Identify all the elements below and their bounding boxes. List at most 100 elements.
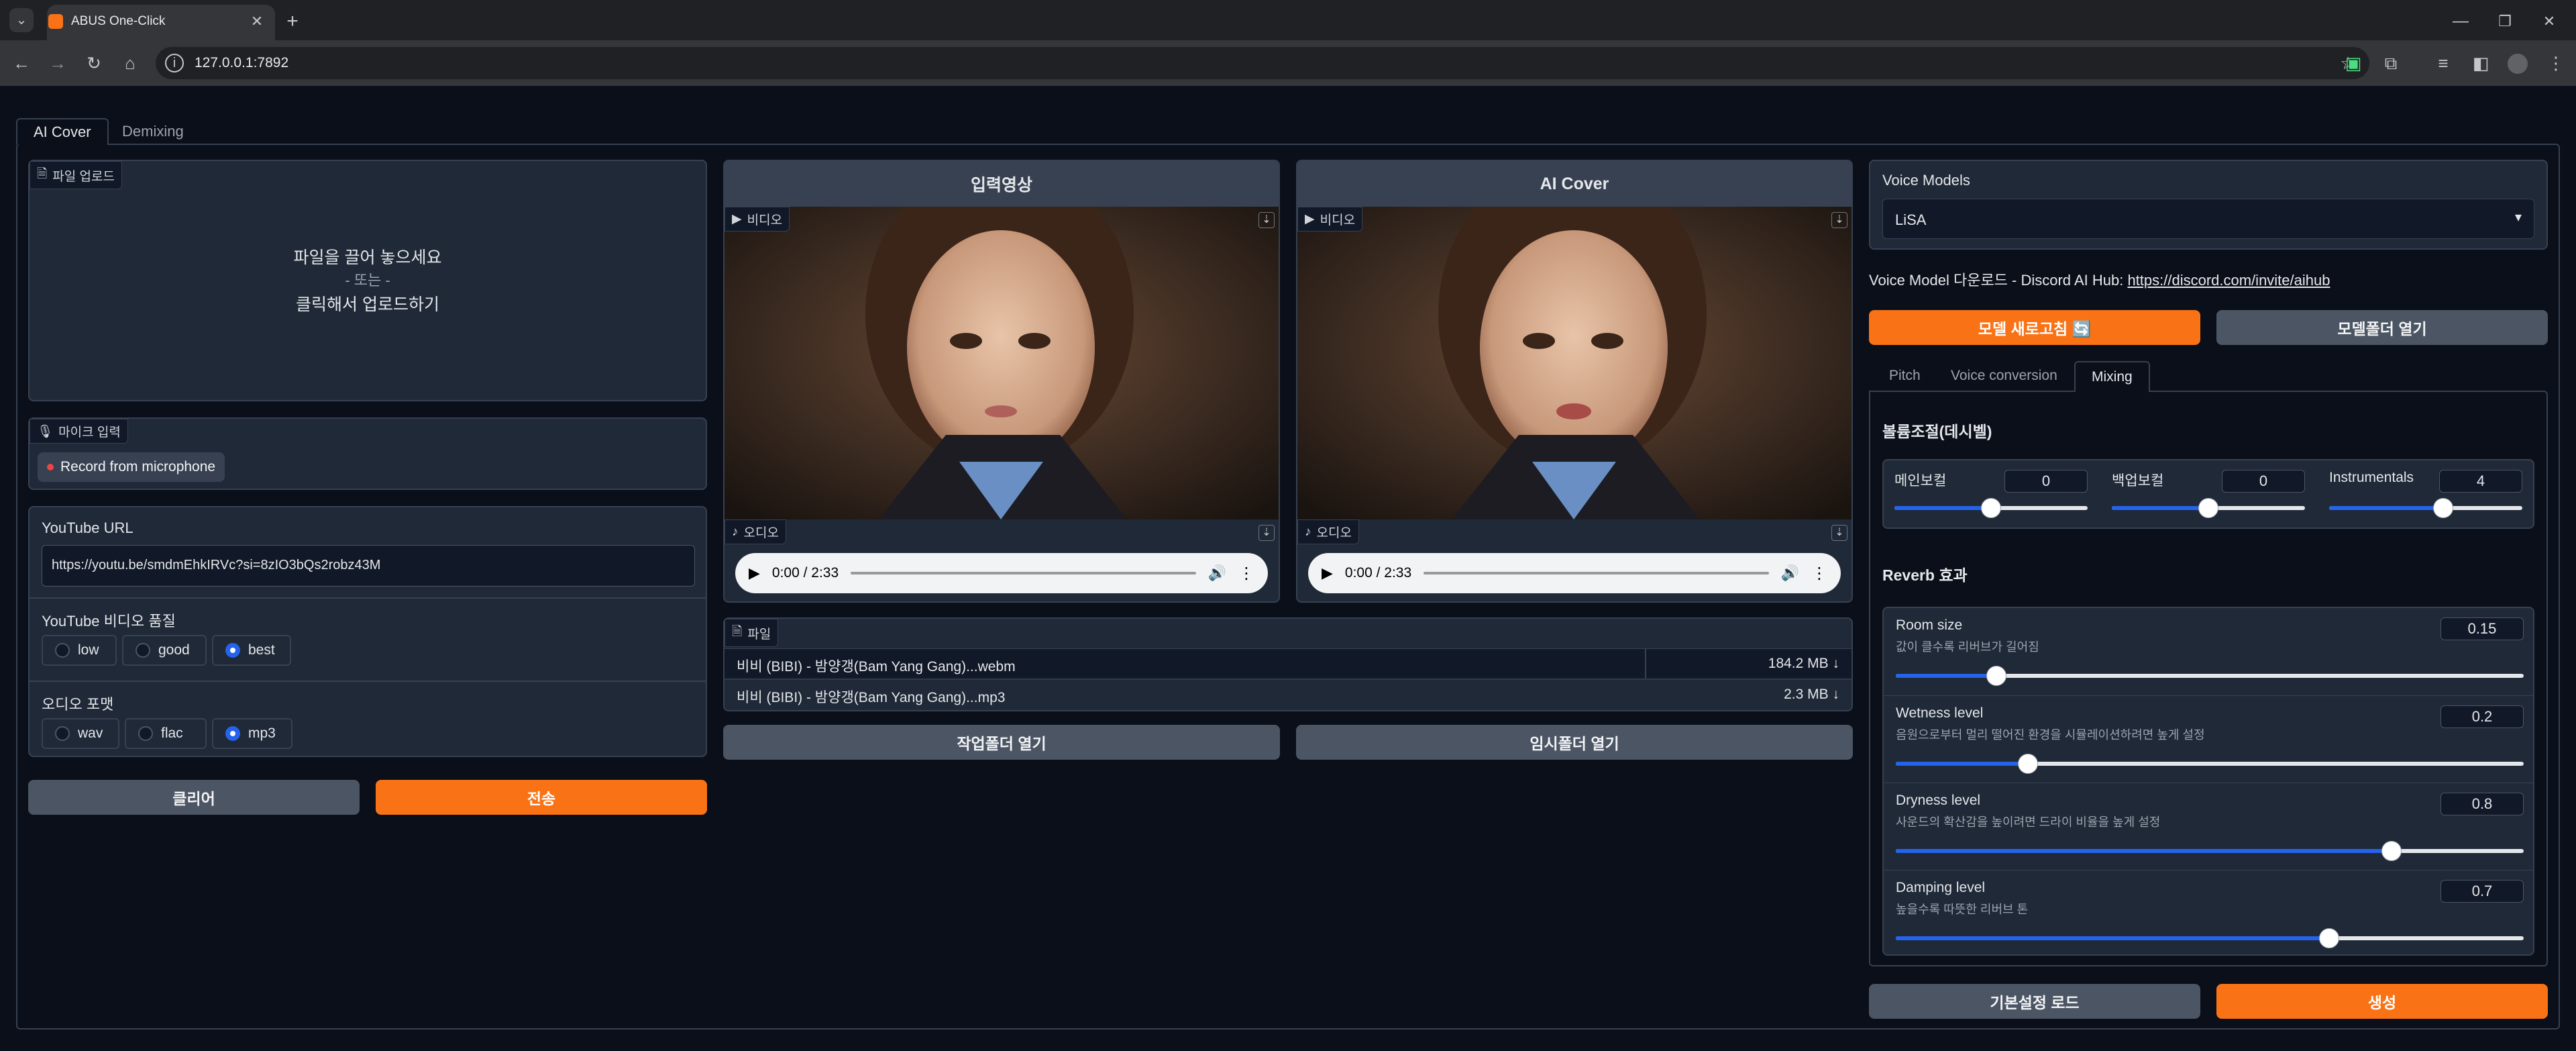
slider-thumb[interactable] (1986, 666, 2006, 686)
media-controls-icon[interactable]: ≡ (2431, 51, 2455, 75)
discord-link[interactable]: https://discord.com/invite/aihub (2127, 272, 2330, 289)
browser-menu-icon[interactable]: ⋮ (2544, 51, 2568, 75)
reverb-slider-track[interactable] (1896, 762, 2524, 766)
input-video-panel: 입력영상 ▶ 비디오 ⇣ ♪ 오디오 ⇣ ▶ 0:00 / 2:33 🔊 ⋮ (723, 160, 1280, 603)
slider-thumb[interactable] (1981, 498, 2001, 518)
audio-label-text: 오디오 (1316, 526, 1352, 540)
format-option-wav[interactable]: wav (42, 718, 119, 749)
puzzle-extensions-icon[interactable]: ⧉ (2379, 51, 2403, 75)
tab-demixing[interactable]: Demixing (106, 118, 200, 145)
slider-thumb[interactable] (2198, 498, 2218, 518)
quality-option-low[interactable]: low (42, 635, 117, 666)
slider-thumb[interactable] (2318, 928, 2339, 948)
quality-low-label: low (78, 642, 99, 658)
generate-button[interactable]: 생성 (2216, 984, 2548, 1019)
volume-number-input[interactable]: 0 (2222, 470, 2305, 493)
clear-button[interactable]: 클리어 (28, 780, 360, 815)
slider-fill (1896, 849, 2392, 853)
play-icon[interactable]: ▶ (1322, 564, 1333, 582)
volume-number-input[interactable]: 4 (2439, 470, 2522, 493)
reverb-slider-track[interactable] (1896, 849, 2524, 853)
open-temp-folder-button[interactable]: 임시폴더 열기 (1296, 725, 1853, 760)
file-icon: 🗎 (37, 167, 48, 181)
tab-ai-cover[interactable]: AI Cover (16, 118, 109, 145)
extension-icon[interactable]: ▣ (2341, 51, 2365, 75)
volume-number-input[interactable]: 0 (2004, 470, 2088, 493)
volume-slider-track[interactable] (2329, 506, 2522, 510)
radio-circle (55, 643, 70, 658)
load-defaults-button[interactable]: 기본설정 로드 (1869, 984, 2200, 1019)
ai-cover-audio-player[interactable]: ▶ 0:00 / 2:33 🔊 ⋮ (1308, 553, 1841, 593)
audio-progress-track[interactable] (851, 572, 1196, 574)
file-name[interactable]: 비비 (BIBI) - 밤양갱(Bam Yang Gang)...mp3 (737, 687, 1005, 707)
reverb-slider-track[interactable] (1896, 936, 2524, 940)
address-bar[interactable]: i 127.0.0.1:7892 ☆ (156, 47, 2369, 79)
ai-cover-video-player[interactable] (1297, 207, 1851, 519)
reverb-room-size: Room size 값이 클수록 리버브가 길어짐 0.15 (1884, 608, 2533, 695)
close-tab-icon[interactable]: ✕ (248, 13, 266, 30)
quality-option-good[interactable]: good (122, 635, 207, 666)
open-work-folder-button[interactable]: 작업폴더 열기 (723, 725, 1280, 760)
selected-model: LiSA (1895, 211, 1927, 228)
input-video-player[interactable] (724, 207, 1279, 519)
voice-model-dropdown[interactable]: LiSA ▾ (1882, 199, 2534, 239)
divider (30, 681, 706, 682)
home-icon[interactable]: ⌂ (118, 51, 142, 75)
reload-icon[interactable]: ↻ (82, 51, 106, 75)
download-icon[interactable]: ⇣ (1831, 525, 1847, 541)
audio-progress-track[interactable] (1424, 572, 1769, 574)
file-upload-dropzone[interactable]: 🗎 파일 업로드 파일을 끌어 놓으세요 - 또는 - 클릭해서 업로드하기 (28, 160, 707, 401)
youtube-panel: YouTube URL https://youtu.be/smdmEhkIRVc… (28, 506, 707, 757)
divider (30, 597, 706, 599)
tab-mixing[interactable]: Mixing (2074, 361, 2150, 392)
volume-icon[interactable]: 🔊 (1208, 564, 1226, 582)
format-option-mp3[interactable]: mp3 (212, 718, 292, 749)
record-button[interactable]: Record from microphone (38, 452, 225, 482)
tab-search-icon[interactable]: ⌄ (9, 8, 34, 32)
browser-tab[interactable]: ABUS One-Click ✕ (47, 5, 275, 40)
play-icon[interactable]: ▶ (749, 564, 760, 582)
reverb-number-input[interactable]: 0.8 (2440, 793, 2524, 815)
file-name[interactable]: 비비 (BIBI) - 밤양갱(Bam Yang Gang)...webm (737, 656, 1016, 676)
site-info-icon[interactable]: i (165, 54, 184, 72)
more-options-icon[interactable]: ⋮ (1811, 564, 1827, 583)
slider-thumb[interactable] (2017, 754, 2038, 774)
volume-icon[interactable]: 🔊 (1781, 564, 1799, 582)
tab-voice-conversion[interactable]: Voice conversion (1935, 361, 2074, 391)
more-options-icon[interactable]: ⋮ (1238, 564, 1254, 583)
reverb-number-input[interactable]: 0.2 (2440, 705, 2524, 728)
click-upload-text[interactable]: 클릭해서 업로드하기 (30, 291, 706, 315)
youtube-url-input[interactable]: https://youtu.be/smdmEhkIRVc?si=8zIO3bQs… (42, 545, 695, 587)
new-tab-icon[interactable]: + (280, 9, 305, 34)
volume-backup-vocal: 백업보컬 0 (2101, 460, 2318, 528)
tab-pitch[interactable]: Pitch (1873, 361, 1937, 391)
download-icon[interactable]: ⇣ (1831, 212, 1847, 228)
reverb-number-input[interactable]: 0.7 (2440, 880, 2524, 903)
open-model-folder-button[interactable]: 모델폴더 열기 (2216, 310, 2548, 345)
restore-icon[interactable]: ❐ (2493, 9, 2517, 34)
browser-tabstrip (0, 0, 2576, 40)
file-row[interactable]: 비비 (BIBI) - 밤양갱(Bam Yang Gang)...webm 18… (724, 648, 1851, 679)
submit-button[interactable]: 전송 (376, 780, 707, 815)
file-size-download[interactable]: 184.2 MB ↓ (1768, 656, 1839, 672)
file-row[interactable]: 비비 (BIBI) - 밤양갱(Bam Yang Gang)...mp3 2.3… (724, 679, 1851, 709)
close-window-icon[interactable]: ✕ (2537, 9, 2561, 34)
format-option-flac[interactable]: flac (125, 718, 207, 749)
forward-icon[interactable]: → (46, 51, 70, 75)
quality-option-best[interactable]: best (212, 635, 291, 666)
download-icon[interactable]: ⇣ (1258, 525, 1275, 541)
download-icon[interactable]: ⇣ (1258, 212, 1275, 228)
back-icon[interactable]: ← (9, 51, 34, 75)
refresh-models-button[interactable]: 모델 새로고침 🔄 (1869, 310, 2200, 345)
volume-label: Instrumentals (2329, 470, 2414, 485)
slider-thumb[interactable] (2432, 498, 2453, 518)
profile-avatar[interactable] (2508, 54, 2528, 74)
reverb-number-input[interactable]: 0.15 (2440, 617, 2524, 640)
file-size-download[interactable]: 2.3 MB ↓ (1784, 687, 1839, 703)
url-text[interactable]: 127.0.0.1:7892 (195, 55, 288, 71)
minimize-icon[interactable]: — (2449, 9, 2473, 34)
or-text: - 또는 - (345, 272, 390, 289)
slider-thumb[interactable] (2381, 841, 2402, 861)
side-panel-icon[interactable]: ◧ (2469, 51, 2493, 75)
input-audio-player[interactable]: ▶ 0:00 / 2:33 🔊 ⋮ (735, 553, 1268, 593)
